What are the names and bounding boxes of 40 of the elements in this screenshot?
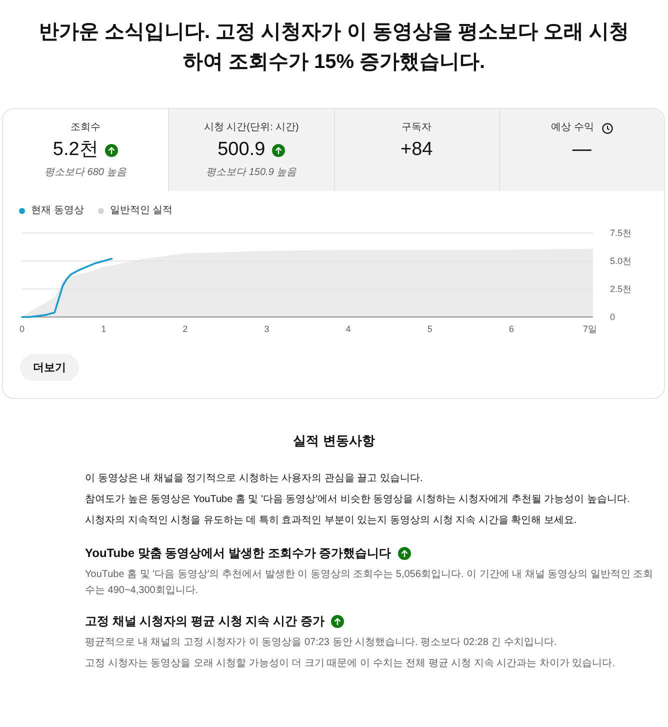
insight-text: 고정 시청자는 동영상을 오래 시청할 가능성이 더 크기 때문에 이 수치는 전체 평균 시청 지속 시간과는 차이가 있습니다.: [85, 657, 616, 671]
axis-label: 1: [101, 324, 106, 334]
insight-title: 고정 채널 시청자의 평균 시청 지속 시간 증가: [85, 613, 324, 630]
metric-tab[interactable]: 예상 수익 —: [498, 109, 664, 191]
legend-label: 현재 동영상: [31, 204, 84, 218]
insight-text: YouTube 홈 및 '다음 동영상'의 추천에서 발생한 이 동영상의 조회수는 5,056회입니다. 이 기간에 내 채널 동영상의 일반적인 조회수는 490~4,300회입니다.: [85, 568, 654, 598]
axis-label: 5.0천: [610, 256, 632, 266]
intro-text: 이 동영상은 내 채널을 정기적으로 시청하는 사용자의 관심을 끌고 있습니다.: [85, 472, 424, 486]
axis-label: 6: [508, 324, 514, 334]
axis-label: 7.5천: [610, 228, 632, 238]
metric-tab[interactable]: 구독자 +84: [334, 109, 499, 191]
headline: 반가운 소식입니다. 고정 시청자가 이 동영상을 평소보다 오래 시청하여 조회수가 15% 증가했습니다.: [38, 20, 630, 75]
metric-tab[interactable]: 시청 시간(단위: 시간) 500.9 평소보다 150.9 높음: [168, 109, 334, 191]
axis-label: 0: [20, 324, 24, 334]
metric-tab[interactable]: 조회수 5.2천 평소보다 680 높음: [3, 109, 168, 191]
metric-label: 예상 수익: [550, 121, 594, 135]
axis-label: 3: [264, 324, 270, 334]
axis-label: 7일: [582, 324, 597, 334]
metric-label: 구독자: [402, 121, 432, 135]
metric-note: 평소보다 680 높음: [44, 166, 127, 180]
more-button[interactable]: 더보기: [20, 354, 79, 381]
axis-label: 2.5천: [610, 284, 632, 294]
metric-label: 시청 시간(단위: 시간): [204, 121, 299, 135]
clock-icon[interactable]: [602, 122, 613, 134]
metric-note: 평소보다 150.9 높음: [206, 166, 297, 180]
metric-label: 조회수: [70, 121, 101, 135]
insight-text: 평균적으로 내 채널의 고정 시청자가 이 동영상을 07:23 동안 시청했습니다. 평소보다 02:28 긴 수치입니다.: [85, 636, 558, 650]
legend-label: 일반적인 실적: [110, 204, 173, 218]
metric-value: 500.9: [218, 138, 266, 162]
metric-value: +84: [400, 138, 433, 162]
intro-text: 시청자의 지속적인 시청을 유도하는 데 특히 효과적인 부분이 있는지 동영상의 시청 지속 시간을 확인해 보세요.: [85, 514, 578, 528]
metric-value: —: [572, 138, 592, 162]
intro-text: 참여도가 높은 동영상은 YouTube 홈 및 '다음 동영상'에서 비슷한 동영상을 시청하는 시청자에게 추천될 가능성이 높습니다.: [85, 493, 631, 507]
axis-label: 4: [346, 324, 351, 334]
axis-label: 2: [182, 324, 188, 334]
insight-title: YouTube 맞춤 동영상에서 발생한 조회수가 증가했습니다: [85, 545, 392, 562]
metric-value: 5.2천: [52, 138, 98, 162]
axis-label: 5: [427, 324, 432, 334]
section-title: 실적 변동사항: [292, 432, 376, 450]
axis-label: 0: [610, 312, 616, 322]
